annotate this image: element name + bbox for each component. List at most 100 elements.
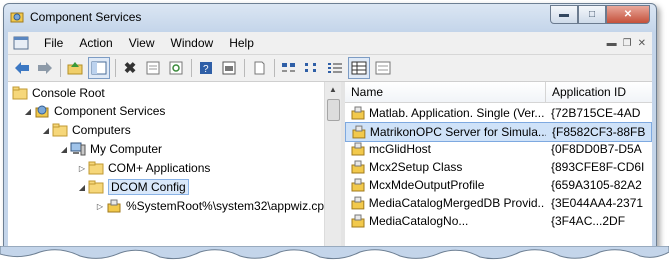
menu-file[interactable]: File bbox=[36, 36, 71, 50]
toolbar-separator bbox=[244, 59, 245, 77]
computer-icon bbox=[70, 142, 86, 156]
tree-item-label: Console Root bbox=[32, 86, 105, 100]
list-item-id: {659A3105-82A2 bbox=[551, 178, 642, 192]
torn-edge bbox=[0, 246, 669, 273]
help-icon[interactable]: ? bbox=[196, 58, 216, 78]
list-item-id: {3F4AC...2DF bbox=[551, 214, 626, 228]
component-gear-icon bbox=[352, 125, 366, 139]
mdi-minimize-icon[interactable]: ▬ bbox=[607, 38, 617, 49]
caption-buttons: ▬ □ ✕ bbox=[550, 5, 650, 24]
list-item-id: {72B715CE-4AD bbox=[551, 106, 641, 120]
back-arrow-icon[interactable] bbox=[12, 58, 32, 78]
folder-icon bbox=[88, 180, 104, 194]
mdi-close-icon[interactable]: ✕ bbox=[638, 38, 646, 49]
toolbar-separator bbox=[115, 59, 116, 77]
details-view-icon[interactable] bbox=[348, 57, 370, 79]
collapse-icon[interactable]: ◢ bbox=[58, 145, 70, 154]
menu-action[interactable]: Action bbox=[71, 36, 120, 50]
expand-icon[interactable]: ▷ bbox=[76, 164, 88, 173]
menu-window[interactable]: Window bbox=[163, 36, 222, 50]
list-item[interactable]: MediaCatalogMergedDB Provid... {3E044AA4… bbox=[345, 194, 652, 212]
collapse-icon[interactable]: ◢ bbox=[22, 107, 34, 116]
main-window: Component Services ▬ □ ✕ File Action Vie… bbox=[3, 3, 657, 255]
list-item-selected[interactable]: MatrikonOPC Server for Simula... {F8582C… bbox=[345, 122, 652, 142]
folder-icon bbox=[12, 86, 28, 100]
component-services-icon bbox=[35, 105, 49, 118]
folder-icon bbox=[88, 161, 104, 175]
svg-text:?: ? bbox=[203, 64, 209, 75]
component-gear-icon bbox=[351, 178, 365, 192]
list-item[interactable]: MediaCatalogNo... {3F4AC...2DF bbox=[345, 212, 652, 230]
column-header-name[interactable]: Name bbox=[345, 82, 546, 102]
expand-icon[interactable]: ▷ bbox=[94, 202, 106, 211]
list-item[interactable]: mcGlidHost {0F8DD0B7-D5A bbox=[345, 140, 652, 158]
collapse-icon[interactable]: ◢ bbox=[40, 126, 52, 135]
list-item-name: MediaCatalogNo... bbox=[369, 214, 469, 228]
tree-item-label: My Computer bbox=[90, 142, 163, 156]
component-gear-icon bbox=[351, 214, 365, 228]
minimize-button[interactable]: ▬ bbox=[550, 5, 578, 24]
menu-help[interactable]: Help bbox=[221, 36, 262, 50]
mdi-restore-icon[interactable]: ❐ bbox=[623, 38, 632, 49]
window-title: Component Services bbox=[30, 10, 142, 24]
list-item[interactable]: Matlab. Application. Single (Ver... {72B… bbox=[345, 104, 652, 122]
list-pane: Name Application ID Matlab. Application.… bbox=[345, 82, 652, 254]
menu-view[interactable]: View bbox=[121, 36, 163, 50]
list-item-name: mcGlidHost bbox=[369, 142, 432, 156]
list-item[interactable]: McxMdeOutputProfile {659A3105-82A2 bbox=[345, 176, 652, 194]
toolbar-separator bbox=[60, 59, 61, 77]
tree-pane: Console Root ◢ Component Services ◢ Comp… bbox=[8, 82, 345, 254]
scroll-thumb[interactable] bbox=[327, 99, 340, 121]
collapse-icon[interactable]: ◢ bbox=[76, 183, 88, 192]
list-item-name: MatrikonOPC Server for Simula... bbox=[369, 125, 546, 139]
component-gear-icon bbox=[351, 160, 365, 174]
column-header-application-id[interactable]: Application ID bbox=[546, 82, 652, 102]
toolbar-separator bbox=[274, 59, 275, 77]
large-icons-icon[interactable] bbox=[279, 58, 299, 78]
list-item[interactable]: Mcx2Setup Class {893CFE8F-CD6I bbox=[345, 158, 652, 176]
tree-item-component-services[interactable]: ◢ Component Services bbox=[22, 102, 165, 120]
tree-item-my-computer[interactable]: ◢ My Computer bbox=[58, 140, 162, 158]
delete-icon[interactable]: ✖ bbox=[120, 58, 140, 78]
tree-item-appwiz[interactable]: ▷ %SystemRoot%\system32\appwiz.cp bbox=[94, 197, 324, 215]
forward-arrow-icon[interactable] bbox=[35, 58, 55, 78]
up-folder-icon[interactable] bbox=[65, 58, 85, 78]
component-gear-icon bbox=[351, 106, 365, 120]
tree-item-dcom-config[interactable]: ◢ DCOM Config bbox=[76, 178, 189, 196]
close-button[interactable]: ✕ bbox=[606, 5, 650, 24]
toolbar-separator bbox=[191, 59, 192, 77]
menu-bar: File Action View Window Help ▬ ❐ ✕ bbox=[8, 32, 652, 55]
toolbar: ✖ ? bbox=[8, 55, 652, 82]
properties-icon[interactable] bbox=[143, 58, 163, 78]
list-item-name: Matlab. Application. Single (Ver... bbox=[369, 106, 545, 120]
mdi-controls: ▬ ❐ ✕ bbox=[607, 38, 652, 49]
tree-item-label: %SystemRoot%\system32\appwiz.cp bbox=[126, 199, 325, 213]
small-icons-icon[interactable] bbox=[302, 58, 322, 78]
tree-item-com-applications[interactable]: ▷ COM+ Applications bbox=[76, 159, 210, 177]
list-view-icon[interactable] bbox=[325, 58, 345, 78]
show-tree-icon[interactable] bbox=[88, 57, 110, 79]
list-header: Name Application ID bbox=[345, 82, 652, 103]
view-icon[interactable] bbox=[219, 58, 239, 78]
list-item-id: {0F8DD0B7-D5A bbox=[551, 142, 642, 156]
component-gear-icon bbox=[351, 196, 365, 210]
tree-item-label: DCOM Config bbox=[108, 179, 189, 195]
title-bar: Component Services ▬ □ ✕ bbox=[4, 4, 656, 30]
list-item-name: McxMdeOutputProfile bbox=[369, 178, 485, 192]
list-item-name: Mcx2Setup Class bbox=[369, 160, 463, 174]
tree-item-label: Component Services bbox=[54, 104, 166, 118]
list-item-name: MediaCatalogMergedDB Provid... bbox=[368, 196, 545, 210]
scroll-up-icon[interactable]: ▲ bbox=[325, 82, 341, 98]
component-gear-icon bbox=[351, 142, 365, 156]
maximize-button[interactable]: □ bbox=[578, 5, 606, 24]
refresh-icon[interactable] bbox=[166, 58, 186, 78]
list-item-id: {893CFE8F-CD6I bbox=[551, 160, 645, 174]
export-icon[interactable] bbox=[249, 58, 269, 78]
tree-item-console-root[interactable]: Console Root bbox=[12, 84, 105, 102]
other-view-icon[interactable] bbox=[373, 58, 393, 78]
tree-item-computers[interactable]: ◢ Computers bbox=[40, 121, 131, 139]
tree-scrollbar[interactable]: ▲ bbox=[324, 82, 341, 254]
component-services-icon bbox=[10, 12, 24, 23]
console-icon[interactable] bbox=[12, 34, 30, 52]
list-item-id: {3E044AA4-2371 bbox=[551, 196, 644, 210]
